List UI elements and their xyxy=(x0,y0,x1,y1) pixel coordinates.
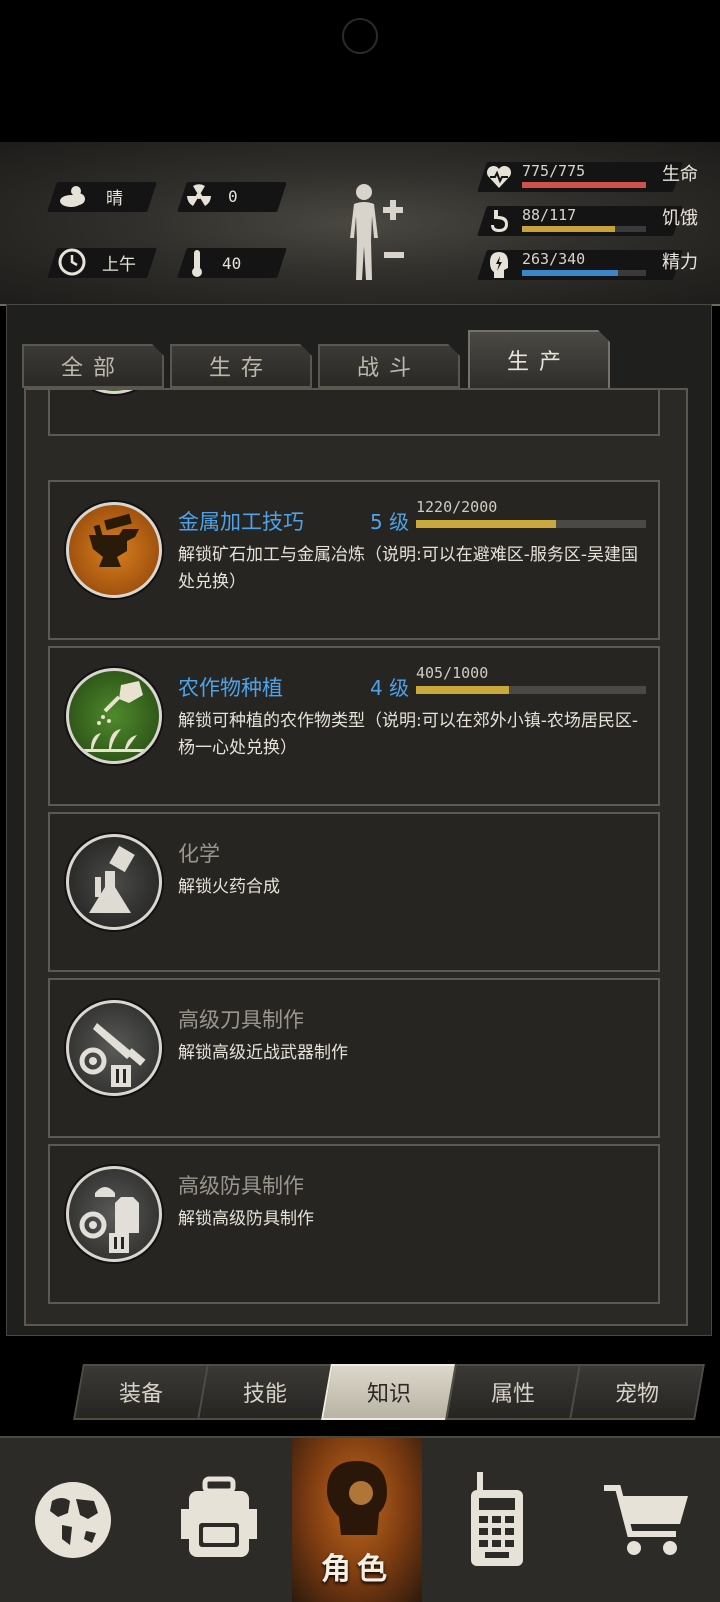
nav-map[interactable] xyxy=(0,1438,146,1602)
cart-icon xyxy=(604,1485,688,1555)
skill-description: 解锁矿石加工与金属冶炼（说明:可以在避难区-服务区-吴建国处兑换） xyxy=(178,545,638,592)
temperature-value: 40 xyxy=(222,253,242,273)
globe-icon xyxy=(35,1482,111,1558)
camera-cutout xyxy=(342,18,378,54)
skill-description: 解锁高级防具制作 xyxy=(178,1209,314,1229)
skill-name: 高级刀具制作 xyxy=(178,1008,304,1032)
character-icon xyxy=(327,1461,387,1535)
hunger-bar xyxy=(522,226,646,232)
skill-name: 金属加工技巧 xyxy=(178,510,304,534)
subtab-attributes[interactable]: 属性 xyxy=(445,1364,581,1420)
clock-icon xyxy=(58,248,86,276)
nav-character-label: 角色 xyxy=(321,1552,393,1587)
skill-card[interactable]: 高级刀具制作 解锁高级近战武器制作 xyxy=(48,978,660,1138)
hunger-text: 88/117 xyxy=(522,206,577,224)
skill-name: 化学 xyxy=(178,842,220,866)
skill-name: 高级防具制作 xyxy=(178,1174,304,1198)
anvil-hammer-icon xyxy=(66,502,162,598)
weather-cloud-icon xyxy=(60,186,85,207)
skill-description: 解锁火药合成 xyxy=(178,877,280,897)
tab-survival[interactable]: 生存 xyxy=(170,344,312,388)
skill-name: 农作物种植 xyxy=(178,676,283,700)
hunger-label: 饥饿 xyxy=(662,208,698,229)
subtab-equipment[interactable]: 装备 xyxy=(73,1364,209,1420)
armor-gear-icon xyxy=(66,1166,162,1262)
knife-gear-icon xyxy=(66,1000,162,1096)
weather-status: 晴 xyxy=(58,183,123,209)
skill-list[interactable]: 金属加工技巧 5 级 1220/2000 解锁矿石加工与金属冶炼（说明:可以在避… xyxy=(24,388,688,1326)
weather-text: 晴 xyxy=(106,188,123,209)
time-text: 上午 xyxy=(102,254,136,275)
skill-progress-text: 405/1000 xyxy=(416,664,489,682)
skill-progress-bar xyxy=(416,686,646,694)
energy-label: 精力 xyxy=(662,252,698,273)
radiation-value: 0 xyxy=(228,186,238,206)
time-status: 上午 xyxy=(58,248,136,276)
skill-level: 5 级 xyxy=(370,510,410,534)
flask-icon xyxy=(66,834,162,930)
temperature-status: 40 xyxy=(190,248,241,278)
heart-icon xyxy=(486,165,512,188)
skill-card[interactable]: 农作物种植 4 级 405/1000 解锁可种植的农作物类型（说明:可以在郊外小… xyxy=(48,646,660,806)
stomach-icon xyxy=(491,210,508,232)
nav-shop[interactable] xyxy=(572,1438,720,1602)
status-panel: 晴 0 上午 40 775/775 生命 88/117 饥饿 263/340 精… xyxy=(0,142,720,306)
tab-all[interactable]: 全部 xyxy=(22,344,164,388)
skill-progress-bar xyxy=(416,520,646,528)
energy-bar xyxy=(522,270,646,276)
health-label: 生命 xyxy=(662,164,698,185)
skill-description: 解锁高级近战武器制作 xyxy=(178,1043,348,1063)
radiation-icon xyxy=(187,184,211,206)
radio-icon xyxy=(471,1472,523,1566)
skill-card[interactable]: 化学 解锁火药合成 xyxy=(48,812,660,972)
nav-radio[interactable] xyxy=(422,1438,572,1602)
energy-head-icon xyxy=(490,252,508,278)
tab-production[interactable]: 生产 xyxy=(468,330,610,390)
nav-backpack[interactable] xyxy=(146,1438,292,1602)
bottom-nav: 角色 xyxy=(0,1436,720,1602)
nav-character[interactable]: 角色 xyxy=(292,1438,422,1602)
subtab-knowledge[interactable]: 知识 xyxy=(321,1364,457,1420)
skill-icon-partial xyxy=(66,390,162,394)
character-subtabs: 装备 技能 知识 属性 宠物 xyxy=(70,1364,710,1420)
skill-card-partial[interactable] xyxy=(48,390,660,436)
energy-text: 263/340 xyxy=(522,250,586,268)
thermometer-icon xyxy=(192,250,202,277)
tab-combat[interactable]: 战斗 xyxy=(318,344,460,388)
body-status-icon[interactable] xyxy=(344,180,414,284)
skill-progress-text: 1220/2000 xyxy=(416,498,498,516)
skill-card[interactable]: 高级防具制作 解锁高级防具制作 xyxy=(48,1144,660,1304)
skill-description: 解锁可种植的农作物类型（说明:可以在郊外小镇-农场居民区-杨一心处兑换） xyxy=(178,711,638,758)
subtab-skills[interactable]: 技能 xyxy=(197,1364,333,1420)
watering-can-icon xyxy=(66,668,162,764)
health-text: 775/775 xyxy=(522,162,586,180)
subtab-pets[interactable]: 宠物 xyxy=(569,1364,705,1420)
skill-card[interactable]: 金属加工技巧 5 级 1220/2000 解锁矿石加工与金属冶炼（说明:可以在避… xyxy=(48,480,660,640)
radiation-status: 0 xyxy=(186,183,238,209)
backpack-icon xyxy=(181,1476,257,1557)
health-bar xyxy=(522,182,646,188)
skill-level: 4 级 xyxy=(370,676,410,700)
